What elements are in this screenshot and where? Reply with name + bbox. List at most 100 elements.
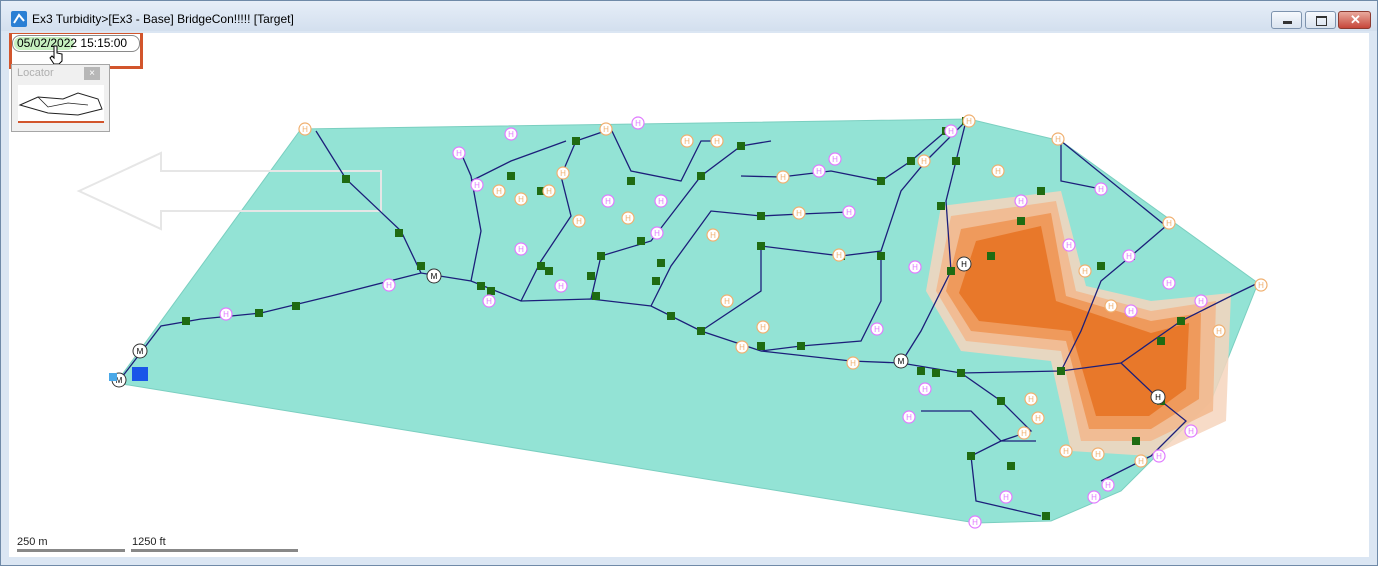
hydrant-node: H <box>482 294 496 308</box>
junction-node <box>667 312 675 320</box>
hydrant-node: H <box>219 307 233 321</box>
svg-text:H: H <box>832 155 838 164</box>
hydrant-node: H <box>542 184 556 198</box>
svg-text:H: H <box>518 245 524 254</box>
hydrant-node: H <box>842 205 856 219</box>
svg-text:H: H <box>816 167 822 176</box>
hydrant-node: H <box>812 164 826 178</box>
svg-text:H: H <box>605 197 611 206</box>
hand-cursor-icon <box>49 45 63 65</box>
minimize-button[interactable] <box>1271 11 1302 29</box>
junction-node <box>1132 437 1140 445</box>
svg-text:H: H <box>576 217 582 226</box>
hydrant-node: H <box>1194 294 1208 308</box>
junction-node <box>417 262 425 270</box>
junction-node <box>697 172 705 180</box>
svg-text:H: H <box>546 187 552 196</box>
junction-node <box>937 202 945 210</box>
hydrant-node: H <box>1212 324 1226 338</box>
svg-text:H: H <box>780 173 786 182</box>
hydrant-node: H <box>601 194 615 208</box>
scale-bar-metric <box>17 549 125 552</box>
svg-text:H: H <box>1095 450 1101 459</box>
svg-text:H: H <box>456 149 462 158</box>
close-button[interactable]: ✕ <box>1338 11 1371 29</box>
hydrant-node: H <box>1078 264 1092 278</box>
hydrant-node: H <box>1062 238 1076 252</box>
svg-text:H: H <box>474 181 480 190</box>
junction-node <box>1157 337 1165 345</box>
svg-text:H: H <box>1216 327 1222 336</box>
hydrant-node: H <box>1184 424 1198 438</box>
hydrant-node: H <box>621 211 635 225</box>
hydrant-node: H <box>470 178 484 192</box>
svg-text:H: H <box>386 281 392 290</box>
hydrant-node: H <box>991 164 1005 178</box>
svg-text:H: H <box>654 229 660 238</box>
hydrant-node: H <box>514 192 528 206</box>
locator-title: Locator <box>17 67 54 79</box>
hydrant-node: H <box>1104 299 1118 313</box>
junction-node <box>395 229 403 237</box>
hydrant-node: H <box>298 122 312 136</box>
junction-node <box>1037 187 1045 195</box>
svg-text:H: H <box>1035 414 1041 423</box>
hydrant-node: H <box>1162 216 1176 230</box>
svg-text:H: H <box>1188 427 1194 436</box>
hydrant-node: H <box>720 294 734 308</box>
junction-node <box>477 282 485 290</box>
network-map[interactable]: H H H H H H H H H H H H H H H H H H H H H H H H H H H H H H H H H H H H H H H H… <box>9 33 1369 557</box>
svg-text:M: M <box>898 357 905 366</box>
junction-node <box>1042 512 1050 520</box>
junction-node <box>737 142 745 150</box>
hydrant-node: H <box>1031 411 1045 425</box>
svg-text:H: H <box>302 125 308 134</box>
hydrant-node: H <box>452 146 466 160</box>
meter-node: M <box>426 268 442 284</box>
hydrant-node: H <box>1051 132 1065 146</box>
junction-node <box>1097 262 1105 270</box>
scale-bar-imperial <box>131 549 298 552</box>
junction-node <box>545 267 553 275</box>
svg-text:H: H <box>625 214 631 223</box>
svg-text:M: M <box>431 272 438 281</box>
scale-label-imperial: 1250 ft <box>132 536 166 548</box>
meter-node: M <box>132 343 148 359</box>
hydrant-node: H <box>968 515 982 529</box>
svg-text:H: H <box>710 231 716 240</box>
hydrant-node: H <box>504 127 518 141</box>
junction-node <box>797 342 805 350</box>
junction-node <box>907 157 915 165</box>
svg-text:H: H <box>1155 393 1161 402</box>
hydrant-node: H <box>908 260 922 274</box>
svg-text:H: H <box>796 209 802 218</box>
map-canvas[interactable]: H H H H H H H H H H H H H H H H H H H H H H H H H H H H H H H H H H H H H H H H… <box>9 33 1369 557</box>
junction-node <box>657 259 665 267</box>
junction-node <box>292 302 300 310</box>
hydrant-node: H <box>1254 278 1268 292</box>
svg-text:H: H <box>1128 307 1134 316</box>
svg-text:H: H <box>508 130 514 139</box>
svg-text:H: H <box>1105 481 1111 490</box>
junction-node <box>507 172 515 180</box>
svg-text:H: H <box>1003 493 1009 502</box>
title-bar[interactable]: Ex3 Turbidity>[Ex3 - Base] BridgeCon!!!!… <box>1 1 1377 31</box>
hydrant-node: H <box>650 226 664 240</box>
maximize-button[interactable] <box>1305 11 1336 29</box>
svg-text:H: H <box>1021 429 1027 438</box>
svg-text:H: H <box>1055 135 1061 144</box>
hydrant-node: H <box>962 114 976 128</box>
locator-thumbnail[interactable] <box>18 85 104 123</box>
svg-text:H: H <box>1258 281 1264 290</box>
svg-text:H: H <box>1082 267 1088 276</box>
hydrant-node: H <box>846 356 860 370</box>
junction-node <box>487 287 495 295</box>
hydrant-node: H <box>1017 426 1031 440</box>
svg-text:H: H <box>906 413 912 422</box>
locator-close-button[interactable]: × <box>84 67 100 80</box>
minimize-icon <box>1283 21 1292 24</box>
locator-panel[interactable]: Locator × <box>11 64 110 132</box>
svg-text:H: H <box>714 137 720 146</box>
junction-node <box>987 252 995 260</box>
junction-node <box>952 157 960 165</box>
